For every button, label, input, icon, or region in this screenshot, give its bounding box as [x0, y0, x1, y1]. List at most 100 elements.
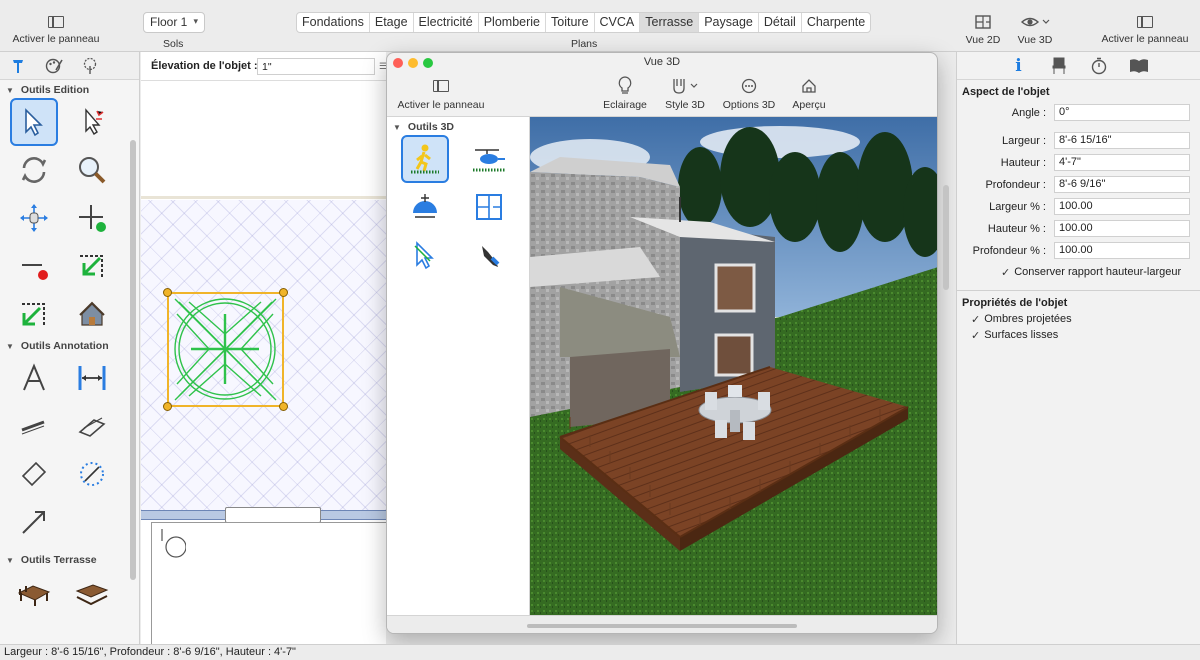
tab-toiture[interactable]: Toiture: [546, 13, 595, 32]
deck-tool-button[interactable]: [10, 568, 58, 616]
style-3d-button[interactable]: Style 3D: [661, 71, 709, 111]
left-panel-scrollbar[interactable]: [130, 140, 136, 580]
more-icon[interactable]: ☰: [379, 61, 386, 72]
corner-tool-button[interactable]: [68, 242, 116, 290]
checkmark-icon: ✓: [971, 329, 981, 342]
section-outils-annotation[interactable]: ▼ Outils Annotation: [0, 338, 139, 354]
blueprint-icon: [476, 194, 502, 220]
section-outils-3d[interactable]: ▼ Outils 3D: [387, 119, 529, 135]
resize-handle[interactable]: [279, 402, 288, 411]
measure-tool-button[interactable]: [10, 450, 58, 498]
tab-cvca[interactable]: CVCA: [595, 13, 641, 32]
brush-icon: [673, 79, 698, 94]
section-outils-3d-label: Outils 3D: [407, 121, 455, 133]
lighting-button[interactable]: Eclairage: [601, 71, 649, 111]
right-panel-toggle-button[interactable]: Activer le panneau: [1096, 0, 1194, 45]
aerial-tool-button[interactable]: [465, 135, 513, 183]
height-input[interactable]: 4'-7": [1054, 154, 1190, 171]
palette-icon: [45, 58, 63, 73]
view-3d-button[interactable]: Vue 3D: [1013, 0, 1057, 46]
floorplan-3d-tool-button[interactable]: [465, 183, 513, 231]
plan-canvas[interactable]: Élevation de l'objet : 1" ☰: [141, 52, 386, 644]
checkmark-icon: ✓: [1001, 266, 1011, 279]
floor-select[interactable]: Floor 1 ▾: [143, 12, 205, 33]
width-input[interactable]: 8'-6 15/16": [1054, 132, 1190, 149]
tools-3d-panel: ▼ Outils 3D: [387, 117, 530, 617]
preview-button[interactable]: Aperçu: [789, 71, 829, 111]
tab-etage[interactable]: Etage: [370, 13, 414, 32]
vertical-scrollbar[interactable]: [943, 185, 949, 290]
deck-stairs-tool-button[interactable]: [68, 568, 116, 616]
ruler-icon: [21, 461, 47, 487]
tab-charpente[interactable]: Charpente: [802, 13, 870, 32]
section-outils-terrasse[interactable]: ▼ Outils Terrasse: [0, 552, 139, 568]
orbit-tool-button[interactable]: [401, 183, 449, 231]
width-pct-input[interactable]: 100.00: [1054, 198, 1190, 215]
tab-info[interactable]: i: [999, 52, 1039, 80]
window-panel-toggle-button[interactable]: Activer le panneau: [395, 71, 487, 111]
horizontal-scrollbar[interactable]: [527, 624, 797, 628]
arrow-line-icon: [22, 511, 45, 534]
height-pct-input[interactable]: 100.00: [1054, 220, 1190, 237]
tab-materials[interactable]: [36, 52, 72, 80]
section-outils-edition[interactable]: ▼ Outils Edition: [0, 82, 139, 98]
tab-plants[interactable]: [72, 52, 108, 80]
orbit-icon: [413, 194, 437, 218]
resize-handle[interactable]: [279, 288, 288, 297]
room[interactable]: [151, 522, 386, 644]
zoom-tool-button[interactable]: [68, 146, 116, 194]
add-point-tool-button[interactable]: [68, 194, 116, 242]
tab-tools[interactable]: [0, 52, 36, 80]
view-2d-button[interactable]: Vue 2D: [962, 0, 1004, 46]
text-tool-button[interactable]: [10, 354, 58, 402]
elevation-input[interactable]: 1": [257, 58, 375, 75]
tab-plomberie[interactable]: Plomberie: [479, 13, 546, 32]
keep-ratio-checkbox[interactable]: ✓ Conserver rapport hauteur-largeur: [957, 264, 1200, 280]
tab-paysage[interactable]: Paysage: [699, 13, 759, 32]
tab-terrasse[interactable]: Terrasse: [640, 13, 700, 32]
selected-gazebo[interactable]: [163, 288, 288, 411]
chair-icon: [1052, 57, 1065, 74]
resize-handle[interactable]: [163, 288, 172, 297]
rotate-tool-button[interactable]: [10, 146, 58, 194]
line-tool-button[interactable]: [10, 402, 58, 450]
house-tool-button[interactable]: [68, 290, 116, 338]
delete-point-tool-button[interactable]: [10, 242, 58, 290]
scale-tool-button[interactable]: [68, 450, 116, 498]
annotation-tools-grid: [0, 354, 139, 546]
shadows-checkbox[interactable]: ✓ Ombres projetées: [957, 311, 1200, 327]
label-tool-button[interactable]: [68, 402, 116, 450]
helicopter-icon: [473, 149, 505, 172]
smooth-surfaces-checkbox[interactable]: ✓ Surfaces lisses: [957, 327, 1200, 343]
tab-library[interactable]: [1119, 52, 1159, 80]
move-tool-button[interactable]: [10, 194, 58, 242]
tab-furniture[interactable]: [1039, 52, 1079, 80]
window-element[interactable]: [225, 507, 321, 523]
material-dropper-tool-button[interactable]: [465, 231, 513, 279]
tab-detail[interactable]: Détail: [759, 13, 802, 32]
select-tool-button[interactable]: [10, 98, 58, 146]
left-panel-toggle-button[interactable]: Activer le panneau: [8, 0, 104, 45]
3d-viewport[interactable]: [530, 117, 937, 617]
stopwatch-icon: [1091, 57, 1106, 74]
edition-tools-grid: [0, 98, 139, 338]
tab-electricite[interactable]: Electricité: [414, 13, 479, 32]
tab-timer[interactable]: [1079, 52, 1119, 80]
angle-label: Angle :: [1011, 107, 1046, 119]
angle-input[interactable]: 0°: [1054, 104, 1190, 121]
depth-input[interactable]: 8'-6 9/16": [1054, 176, 1190, 193]
view-3d-label: Vue 3D: [1017, 34, 1053, 46]
tab-fondations[interactable]: Fondations: [297, 13, 370, 32]
depth-pct-input[interactable]: 100.00: [1054, 242, 1190, 259]
depth-label: Profondeur :: [985, 179, 1046, 191]
resize-handle[interactable]: [163, 402, 172, 411]
options-3d-button[interactable]: Options 3D: [719, 71, 779, 111]
select-multiple-tool-button[interactable]: [68, 98, 116, 146]
corner-alt-tool-button[interactable]: [10, 290, 58, 338]
walkthrough-tool-button[interactable]: [401, 135, 449, 183]
refresh-icon: [21, 157, 47, 183]
dimension-tool-button[interactable]: [68, 354, 116, 402]
arrow-tool-button[interactable]: [10, 498, 58, 546]
deck-icon: [17, 585, 51, 606]
select-3d-tool-button[interactable]: [401, 231, 449, 279]
